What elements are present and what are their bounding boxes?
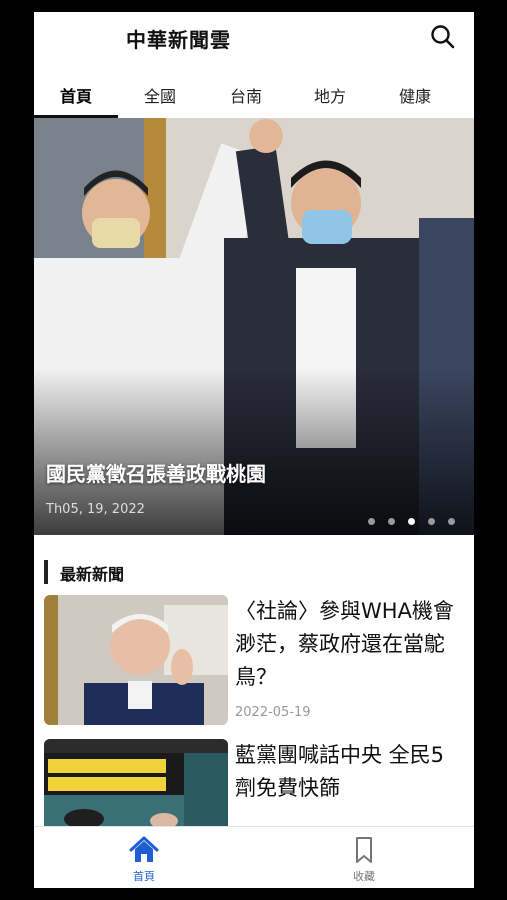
carousel-dot[interactable] <box>428 518 435 525</box>
news-title[interactable]: 〈社論〉參與WHA機會渺茫，蔡政府還在當鴕鳥？ <box>235 595 461 694</box>
hero-date: Th05, 19, 2022 <box>46 502 145 517</box>
tab-national[interactable]: 全國 <box>118 80 202 118</box>
carousel-dot[interactable] <box>448 518 455 525</box>
news-thumbnail[interactable] <box>44 739 228 826</box>
search-button[interactable] <box>428 22 458 52</box>
hero-carousel[interactable]: 國民黨徵召張善政戰桃園 Th05, 19, 2022 <box>34 118 474 535</box>
tab-tainan[interactable]: 台南 <box>204 80 288 118</box>
section-accent-bar <box>44 560 48 584</box>
app-header: 中華新聞雲 <box>34 12 474 64</box>
bottom-navigation: 首頁 收藏 <box>34 826 474 888</box>
news-thumbnail-image <box>44 739 228 826</box>
news-title[interactable]: 藍黨團喊話中央 全民5劑免費快篩 <box>235 739 461 805</box>
carousel-dot[interactable] <box>388 518 395 525</box>
category-tabs: 首頁 全國 台南 地方 健康 <box>34 80 474 118</box>
tab-home[interactable]: 首頁 <box>34 80 118 118</box>
section-title: 最新新聞 <box>60 565 125 584</box>
app-screen: 中華新聞雲 首頁 全國 台南 地方 健康 國民黨徵召張善政戰桃園 Th05, 1… <box>34 12 474 888</box>
app-title: 中華新聞雲 <box>126 28 231 52</box>
news-date: 2022-05-19 <box>235 705 311 720</box>
nav-favorites[interactable]: 收藏 <box>254 827 474 888</box>
hero-headline[interactable]: 國民黨徵召張善政戰桃園 <box>46 458 266 487</box>
carousel-dot[interactable] <box>368 518 375 525</box>
nav-favorites-label: 收藏 <box>353 870 375 883</box>
news-thumbnail-image <box>44 595 228 725</box>
carousel-dot-active[interactable] <box>408 518 415 525</box>
home-icon <box>129 836 159 862</box>
bookmark-icon <box>356 837 372 863</box>
search-icon <box>431 25 455 49</box>
news-card[interactable]: 〈社論〉參與WHA機會渺茫，蔡政府還在當鴕鳥？ 2022-05-19 <box>44 595 464 727</box>
news-card[interactable]: 藍黨團喊話中央 全民5劑免費快篩 <box>44 739 464 826</box>
nav-home[interactable]: 首頁 <box>34 827 254 888</box>
tab-health[interactable]: 健康 <box>373 80 457 118</box>
nav-home-label: 首頁 <box>133 870 155 883</box>
tab-local[interactable]: 地方 <box>288 80 372 118</box>
news-thumbnail[interactable] <box>44 595 228 725</box>
